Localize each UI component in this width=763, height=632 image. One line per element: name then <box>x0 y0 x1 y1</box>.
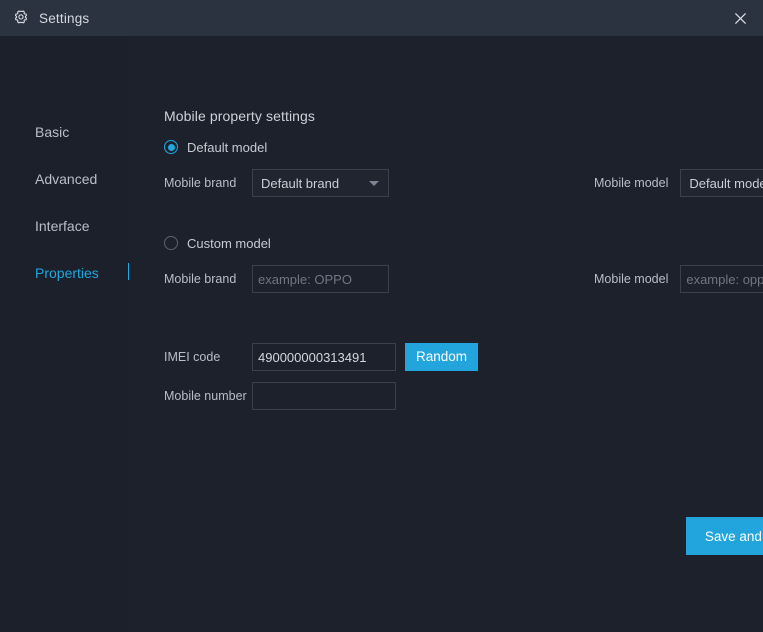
sidebar-item-basic[interactable]: Basic <box>0 108 129 155</box>
custom-model-fields: Mobile brand Mobile model <box>164 264 763 294</box>
sidebar-item-label: Basic <box>35 123 70 140</box>
custom-model-row: Mobile model <box>594 264 763 294</box>
imei-row: IMEI code Random <box>164 342 763 372</box>
imei-label: IMEI code <box>164 350 221 364</box>
radio-default-model-label: Default model <box>187 139 268 155</box>
default-model-fields: Mobile brand Default brand Mobile model … <box>164 168 763 198</box>
custom-brand-label: Mobile brand <box>164 272 237 286</box>
sidebar-item-label: Advanced <box>35 170 98 187</box>
default-model-row: Mobile model Default model <box>594 168 763 198</box>
radio-custom-model-indicator <box>164 236 178 250</box>
imei-input[interactable] <box>252 343 396 371</box>
default-brand-value: Default brand <box>261 175 340 191</box>
mobile-number-input[interactable] <box>252 382 396 410</box>
page-title: Mobile property settings <box>164 108 316 124</box>
default-model-value: Default model <box>689 175 763 191</box>
default-brand-label: Mobile brand <box>164 176 237 190</box>
sidebar-item-label: Interface <box>35 217 90 234</box>
default-model-label: Mobile model <box>594 176 669 190</box>
radio-custom-model-label: Custom model <box>187 235 271 251</box>
sidebar-item-interface[interactable]: Interface <box>0 202 129 249</box>
radio-default-model[interactable]: Default model <box>164 136 267 158</box>
save-and-close-button[interactable]: Save and close <box>686 517 763 555</box>
sidebar-item-label: Properties <box>35 264 99 281</box>
custom-brand-row: Mobile brand Mobile model <box>164 264 763 294</box>
mobile-number-label: Mobile number <box>164 389 247 403</box>
sidebar-item-properties[interactable]: Properties <box>0 249 129 296</box>
default-brand-select[interactable]: Default brand <box>252 169 389 197</box>
mobile-number-row: Mobile number <box>164 381 763 411</box>
custom-model-label: Mobile model <box>594 272 669 286</box>
gear-icon <box>12 9 30 27</box>
random-button[interactable]: Random <box>405 343 479 371</box>
sidebar: Basic Advanced Interface Properties <box>0 36 129 632</box>
radio-default-model-indicator <box>164 140 178 154</box>
custom-model-input[interactable] <box>680 265 763 293</box>
custom-brand-input[interactable] <box>252 265 389 293</box>
settings-window: Settings Basic Advanced Interface Proper… <box>0 0 763 632</box>
window-title: Settings <box>39 10 90 26</box>
close-icon[interactable] <box>717 0 763 36</box>
chevron-down-icon <box>369 181 379 186</box>
radio-custom-model[interactable]: Custom model <box>164 232 271 254</box>
window-body: Basic Advanced Interface Properties Mobi… <box>0 36 763 632</box>
default-model-select[interactable]: Default model <box>680 169 763 197</box>
default-brand-row: Mobile brand Default brand Mobile model … <box>164 168 763 198</box>
sidebar-item-advanced[interactable]: Advanced <box>0 155 129 202</box>
title-bar: Settings <box>0 0 763 36</box>
properties-panel: Mobile property settings Default model M… <box>129 36 763 632</box>
